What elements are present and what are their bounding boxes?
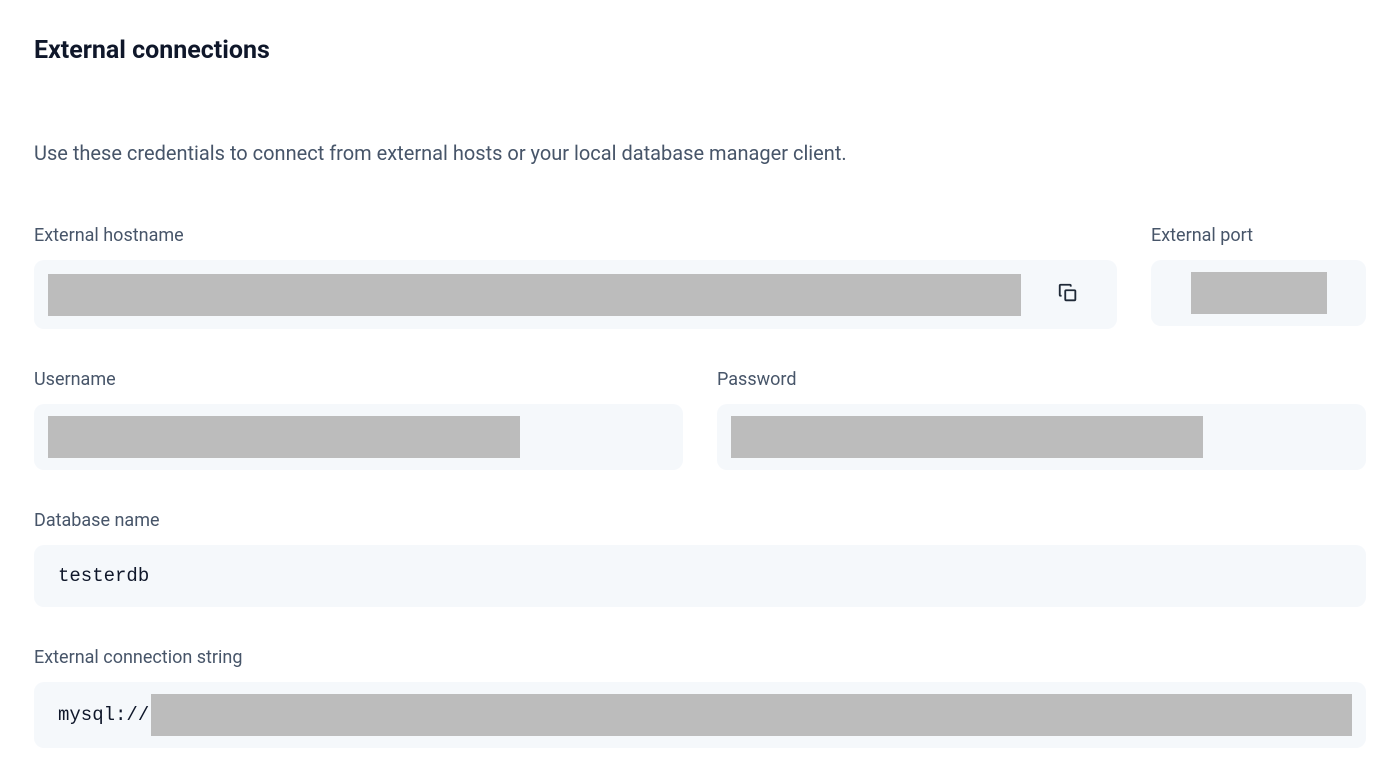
database-name-value-box: testerdb <box>34 545 1366 607</box>
row-database-name: Database name testerdb <box>34 510 1366 607</box>
field-external-port: External port <box>1151 225 1366 329</box>
external-port-value-box <box>1151 260 1366 326</box>
password-redacted <box>731 416 1203 458</box>
username-value-box <box>34 404 683 470</box>
copy-hostname-button[interactable] <box>1033 272 1103 317</box>
field-external-hostname: External hostname <box>34 225 1117 329</box>
field-connection-string: External connection string mysql:// <box>34 647 1366 748</box>
database-name-value: testerdb <box>48 565 149 587</box>
username-label: Username <box>34 369 683 390</box>
username-redacted <box>48 416 520 458</box>
external-hostname-redacted <box>48 274 1021 316</box>
connection-string-prefix: mysql:// <box>48 704 149 726</box>
connection-string-label: External connection string <box>34 647 1366 668</box>
field-username: Username <box>34 369 683 470</box>
connection-string-value-box: mysql:// <box>34 682 1366 748</box>
external-hostname-label: External hostname <box>34 225 1117 246</box>
row-username-password: Username Password <box>34 369 1366 470</box>
password-label: Password <box>717 369 1366 390</box>
external-port-label: External port <box>1151 225 1366 246</box>
row-connection-string: External connection string mysql:// <box>34 647 1366 748</box>
password-value-box <box>717 404 1366 470</box>
external-hostname-value-box <box>34 260 1117 329</box>
row-hostname-port: External hostname External port <box>34 225 1366 329</box>
field-password: Password <box>717 369 1366 470</box>
field-database-name: Database name testerdb <box>34 510 1366 607</box>
page-title: External connections <box>34 36 1366 65</box>
connection-string-redacted <box>151 694 1352 736</box>
copy-icon <box>1057 282 1079 307</box>
external-port-redacted <box>1191 272 1327 314</box>
database-name-label: Database name <box>34 510 1366 531</box>
page-description: Use these credentials to connect from ex… <box>34 137 904 169</box>
